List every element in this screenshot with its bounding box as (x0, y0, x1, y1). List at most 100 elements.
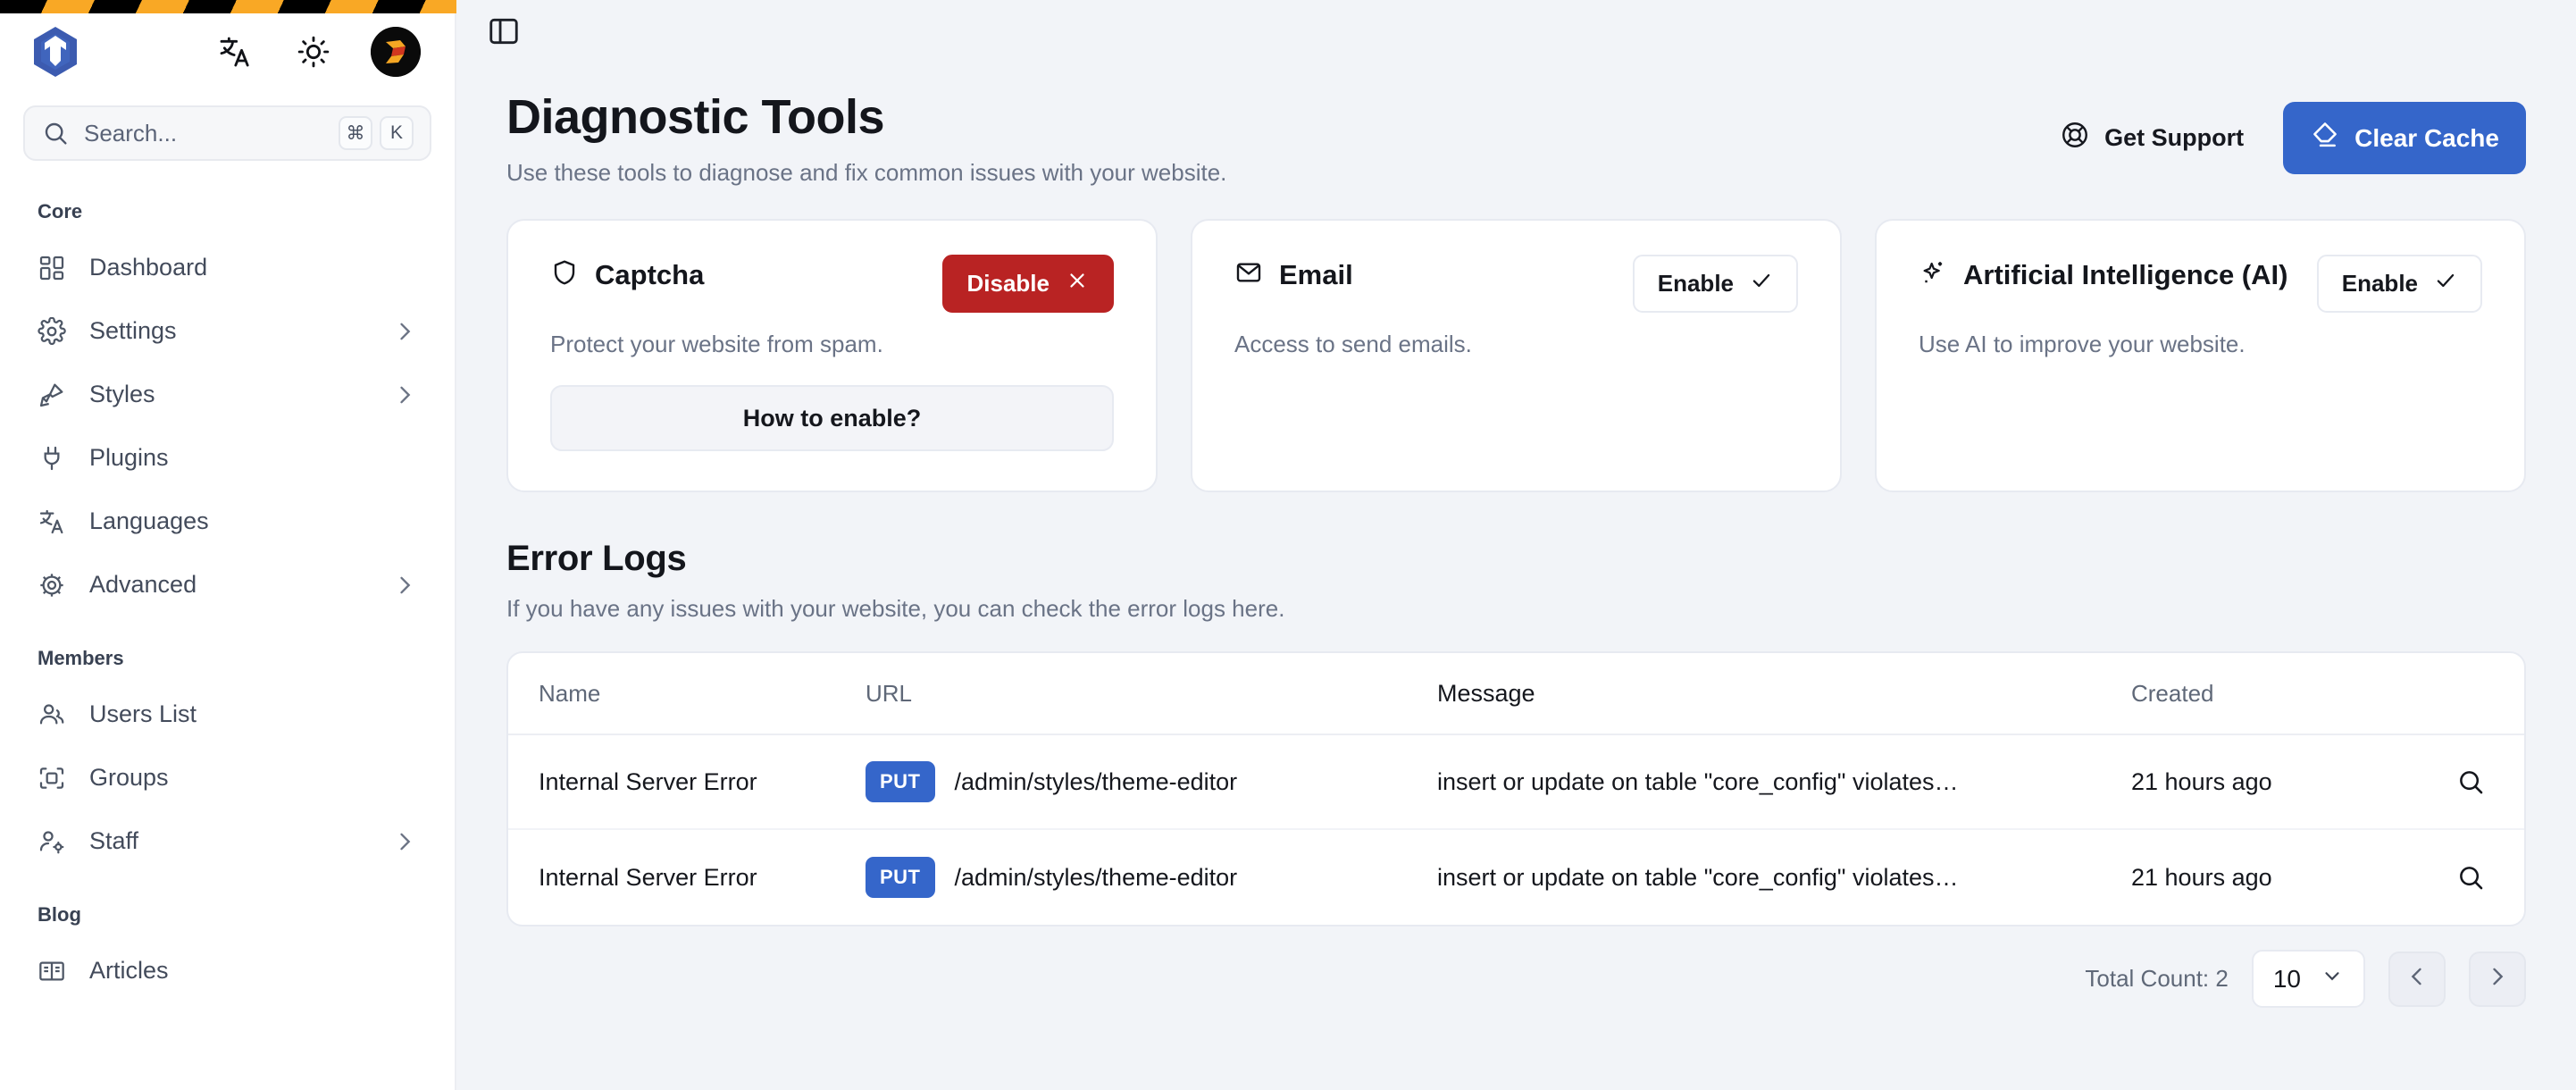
error-logs-subtitle: If you have any issues with your website… (506, 595, 1285, 622)
error-logs-title: Error Logs (506, 539, 687, 578)
sidebar-item-languages[interactable]: Languages (23, 490, 431, 553)
sidebar-item-groups[interactable]: Groups (23, 746, 431, 809)
sidebar-item-users-list[interactable]: Users List (23, 683, 431, 746)
how-to-enable-button[interactable]: How to enable? (550, 385, 1114, 451)
check-icon (2434, 269, 2457, 298)
search-input[interactable]: Search... ⌘ K (23, 105, 431, 161)
state-label: Disable (966, 270, 1050, 297)
prev-page-button[interactable] (2388, 951, 2446, 1007)
column-header-name: Name (539, 679, 601, 707)
hazard-stripe (0, 0, 456, 13)
x-icon (1066, 269, 1089, 298)
email-enable-button[interactable]: Enable (1632, 255, 1798, 313)
dashboard-icon (38, 254, 77, 282)
page-title: Diagnostic Tools (506, 90, 885, 144)
cell-message: insert or update on table "core_config" … (1437, 864, 1959, 891)
check-icon (1750, 269, 1773, 298)
sidebar-item-label: Styles (89, 381, 155, 407)
cell-created: 21 hours ago (2131, 863, 2272, 891)
method-badge: PUT (866, 857, 935, 898)
page-size-select[interactable]: 10 (2251, 950, 2365, 1008)
lifebuoy-icon (2060, 120, 2090, 156)
sidebar-item-settings[interactable]: Settings (23, 299, 431, 363)
pagination: Total Count: 2 10 (456, 926, 2576, 1008)
next-page-button[interactable] (2469, 951, 2526, 1007)
card-captcha: Captcha Disable Protect your website fro… (506, 219, 1158, 492)
sidebar-top-bar (0, 13, 455, 89)
page-size-value: 10 (2272, 964, 2301, 993)
sun-icon[interactable] (292, 30, 335, 73)
table-header-row: Name URL Message Created (508, 653, 2524, 735)
state-label: Enable (1657, 270, 1734, 297)
kbd-k: K (380, 116, 414, 150)
error-logs-table: Name URL Message Created Internal Server… (506, 651, 2526, 926)
sidebar-item-label: Users List (89, 700, 197, 727)
sidebar-item-styles[interactable]: Styles (23, 363, 431, 426)
get-support-label: Get Support (2104, 124, 2245, 151)
sidebar-item-label: Groups (89, 764, 169, 791)
sidebar-item-advanced[interactable]: Advanced (23, 553, 431, 616)
column-header-message: Message (1437, 680, 1535, 707)
chevron-right-icon (2485, 964, 2510, 994)
card-title: Artificial Intelligence (AI) (1963, 258, 2288, 290)
card-title-wrap: Artificial Intelligence (AI) (1919, 255, 2287, 291)
nav-group-members-label: Members (38, 647, 124, 669)
sidebar-item-plugins[interactable]: Plugins (23, 426, 431, 490)
nav-group-core-label: Core (38, 200, 83, 222)
chevron-left-icon (2405, 964, 2430, 994)
users-icon (38, 700, 77, 729)
search-icon[interactable] (2446, 853, 2495, 901)
cell-name: Internal Server Error (539, 863, 757, 891)
card-header: Artificial Intelligence (AI) Enable (1919, 255, 2482, 313)
search-icon (41, 119, 70, 147)
card-title-wrap: Email (1234, 255, 1353, 291)
vvveb-logo-icon[interactable] (23, 20, 88, 84)
sidebar-item-dashboard[interactable]: Dashboard (23, 236, 431, 299)
user-avatar[interactable] (371, 26, 421, 77)
sidebar-item-label: Dashboard (89, 254, 208, 281)
ai-enable-button[interactable]: Enable (2316, 255, 2482, 313)
sidebar-item-articles[interactable]: Articles (23, 939, 431, 1002)
card-description: Use AI to improve your website. (1919, 331, 2246, 357)
cog-icon (38, 571, 77, 600)
page-header: Diagnostic Tools Use these tools to diag… (456, 52, 2576, 187)
clear-cache-button[interactable]: Clear Cache (2283, 102, 2526, 174)
error-logs-header: Error Logs If you have any issues with y… (456, 492, 2576, 623)
brush-icon (38, 381, 77, 409)
sidebar-item-label: Settings (89, 317, 177, 344)
card-description: Access to send emails. (1234, 331, 1472, 357)
header-actions: Get Support Clear Cache (2037, 89, 2526, 174)
card-email: Email Enable Access to send emails. (1191, 219, 1842, 492)
search-placeholder: Search... (84, 119, 178, 147)
envelope-icon (1234, 258, 1263, 291)
shield-icon (550, 258, 579, 291)
clear-cache-label: Clear Cache (2354, 123, 2499, 152)
search-icon[interactable] (2446, 758, 2495, 806)
groups-icon (38, 764, 77, 792)
diagnostic-cards: Captcha Disable Protect your website fro… (456, 187, 2576, 492)
book-icon (38, 957, 77, 985)
table-row[interactable]: Internal Server Error PUT /admin/styles/… (508, 735, 2524, 830)
translate-icon[interactable] (213, 30, 256, 73)
state-label: Enable (2341, 270, 2418, 297)
table-row[interactable]: Internal Server Error PUT /admin/styles/… (508, 830, 2524, 925)
cell-created: 21 hours ago (2131, 767, 2272, 795)
captcha-disable-button[interactable]: Disable (941, 255, 1114, 313)
chevron-right-icon (392, 382, 417, 407)
sidebar-item-label: Advanced (89, 571, 197, 598)
get-support-button[interactable]: Get Support (2037, 104, 2267, 172)
sidebar-item-label: Languages (89, 507, 209, 534)
url-text: /admin/styles/theme-editor (954, 767, 1238, 795)
eraser-icon (2310, 120, 2340, 156)
user-gear-icon (38, 827, 77, 856)
panel-left-icon[interactable] (483, 11, 524, 52)
cell-name: Internal Server Error (539, 767, 757, 795)
chevron-right-icon (392, 573, 417, 598)
sidebar-item-staff[interactable]: Staff (23, 809, 431, 873)
kbd-cmd: ⌘ (339, 116, 372, 150)
translate-icon (38, 507, 77, 536)
sidebar: Search... ⌘ K Core Dashboard Settings St… (0, 0, 456, 1090)
card-title: Captcha (595, 258, 705, 290)
card-title: Email (1279, 258, 1353, 290)
main-content: Diagnostic Tools Use these tools to diag… (456, 0, 2576, 1090)
